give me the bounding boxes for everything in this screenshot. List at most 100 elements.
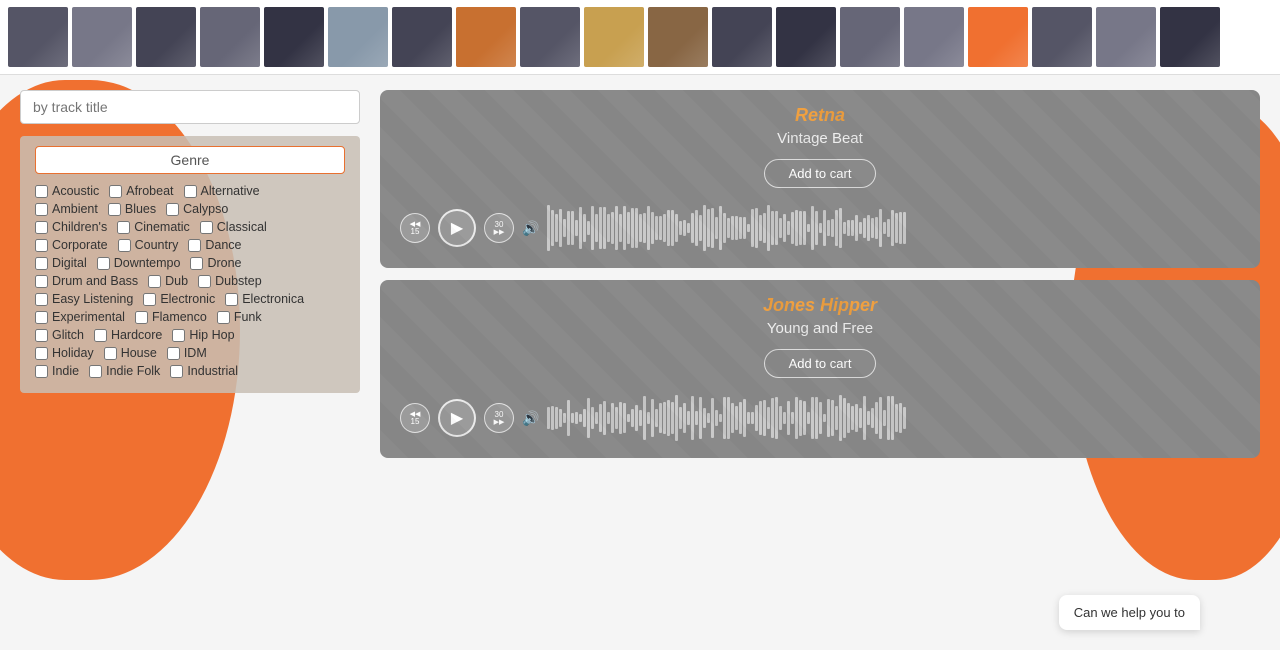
skip-back-button[interactable]: ◀◀15 — [400, 213, 430, 243]
banner-item[interactable] — [840, 7, 900, 67]
genre-item[interactable]: Downtempo — [97, 256, 181, 270]
banner-item[interactable] — [200, 7, 260, 67]
banner-item[interactable] — [8, 7, 68, 67]
genre-checkbox[interactable] — [198, 275, 211, 288]
banner-item[interactable] — [328, 7, 388, 67]
genre-checkbox[interactable] — [117, 221, 130, 234]
genre-item[interactable]: Blues — [108, 202, 156, 216]
banner-item[interactable] — [264, 7, 324, 67]
genre-checkbox[interactable] — [166, 203, 179, 216]
genre-checkbox[interactable] — [35, 203, 48, 216]
genre-checkbox[interactable] — [188, 239, 201, 252]
genre-checkbox[interactable] — [108, 203, 121, 216]
genre-item[interactable]: Children's — [35, 220, 107, 234]
genre-item[interactable]: Afrobeat — [109, 184, 173, 198]
genre-checkbox[interactable] — [200, 221, 213, 234]
genre-checkbox[interactable] — [35, 257, 48, 270]
skip-forward-button[interactable]: 30▶▶ — [484, 213, 514, 243]
genre-item[interactable]: Drone — [190, 256, 241, 270]
genre-checkbox[interactable] — [184, 185, 197, 198]
genre-item[interactable]: House — [104, 346, 157, 360]
genre-checkbox[interactable] — [35, 275, 48, 288]
genre-checkbox[interactable] — [35, 347, 48, 360]
banner-item[interactable] — [584, 7, 644, 67]
genre-checkbox[interactable] — [143, 293, 156, 306]
genre-item[interactable]: Easy Listening — [35, 292, 133, 306]
add-to-cart-button[interactable]: Add to cart — [764, 349, 877, 378]
add-to-cart-button[interactable]: Add to cart — [764, 159, 877, 188]
genre-item[interactable]: Digital — [35, 256, 87, 270]
genre-item[interactable]: Funk — [217, 310, 262, 324]
genre-checkbox[interactable] — [89, 365, 102, 378]
genre-item[interactable]: Acoustic — [35, 184, 99, 198]
genre-checkbox[interactable] — [35, 311, 48, 324]
genre-item[interactable]: Calypso — [166, 202, 228, 216]
banner-item[interactable] — [456, 7, 516, 67]
genre-checkbox[interactable] — [190, 257, 203, 270]
genre-checkbox[interactable] — [35, 329, 48, 342]
skip-back-button[interactable]: ◀◀15 — [400, 403, 430, 433]
banner-item[interactable] — [72, 7, 132, 67]
play-button[interactable]: ▶ — [438, 399, 476, 437]
waveform-bar — [767, 205, 770, 250]
genre-item[interactable]: Cinematic — [117, 220, 190, 234]
genre-checkbox[interactable] — [109, 185, 122, 198]
waveform[interactable] — [547, 393, 1240, 443]
banner-item[interactable] — [1096, 7, 1156, 67]
genre-item[interactable]: Indie — [35, 364, 79, 378]
genre-checkbox[interactable] — [35, 185, 48, 198]
banner-item[interactable] — [968, 7, 1028, 67]
banner-item[interactable] — [1160, 7, 1220, 67]
banner-item[interactable] — [776, 7, 836, 67]
genre-checkbox[interactable] — [35, 365, 48, 378]
genre-item[interactable]: Electronica — [225, 292, 304, 306]
genre-item[interactable]: Industrial — [170, 364, 238, 378]
banner-item[interactable] — [712, 7, 772, 67]
banner-item[interactable] — [648, 7, 708, 67]
banner-item[interactable] — [1032, 7, 1092, 67]
genre-item[interactable]: Glitch — [35, 328, 84, 342]
genre-checkbox[interactable] — [35, 221, 48, 234]
genre-item[interactable]: Indie Folk — [89, 364, 160, 378]
genre-item[interactable]: Dub — [148, 274, 188, 288]
genre-checkbox[interactable] — [104, 347, 117, 360]
genre-checkbox[interactable] — [97, 257, 110, 270]
genre-checkbox[interactable] — [35, 239, 48, 252]
banner-item[interactable] — [904, 7, 964, 67]
genre-checkbox[interactable] — [167, 347, 180, 360]
genre-checkbox[interactable] — [225, 293, 238, 306]
banner-item[interactable] — [392, 7, 452, 67]
genre-item[interactable]: Corporate — [35, 238, 108, 252]
volume-button[interactable]: 🔊 — [522, 220, 539, 237]
genre-item[interactable]: Drum and Bass — [35, 274, 138, 288]
genre-checkbox[interactable] — [148, 275, 161, 288]
play-button[interactable]: ▶ — [438, 209, 476, 247]
genre-item[interactable]: Hip Hop — [172, 328, 234, 342]
genre-checkbox[interactable] — [170, 365, 183, 378]
genre-checkbox[interactable] — [172, 329, 185, 342]
genre-item[interactable]: Hardcore — [94, 328, 162, 342]
genre-item[interactable]: Alternative — [184, 184, 260, 198]
genre-checkbox[interactable] — [94, 329, 107, 342]
search-input[interactable] — [20, 90, 360, 124]
genre-item[interactable]: IDM — [167, 346, 207, 360]
volume-button[interactable]: 🔊 — [522, 410, 539, 427]
genre-item[interactable]: Dance — [188, 238, 241, 252]
genre-item[interactable]: Electronic — [143, 292, 215, 306]
genre-item[interactable]: Classical — [200, 220, 267, 234]
banner-item[interactable] — [136, 7, 196, 67]
genre-checkbox[interactable] — [118, 239, 131, 252]
skip-forward-button[interactable]: 30▶▶ — [484, 403, 514, 433]
genre-checkbox[interactable] — [217, 311, 230, 324]
genre-checkbox[interactable] — [135, 311, 148, 324]
genre-item[interactable]: Flamenco — [135, 310, 207, 324]
genre-item[interactable]: Dubstep — [198, 274, 262, 288]
waveform-bar — [747, 224, 750, 232]
genre-item[interactable]: Holiday — [35, 346, 94, 360]
waveform[interactable] — [547, 203, 1240, 253]
genre-checkbox[interactable] — [35, 293, 48, 306]
genre-item[interactable]: Ambient — [35, 202, 98, 216]
banner-item[interactable] — [520, 7, 580, 67]
genre-item[interactable]: Experimental — [35, 310, 125, 324]
genre-item[interactable]: Country — [118, 238, 179, 252]
